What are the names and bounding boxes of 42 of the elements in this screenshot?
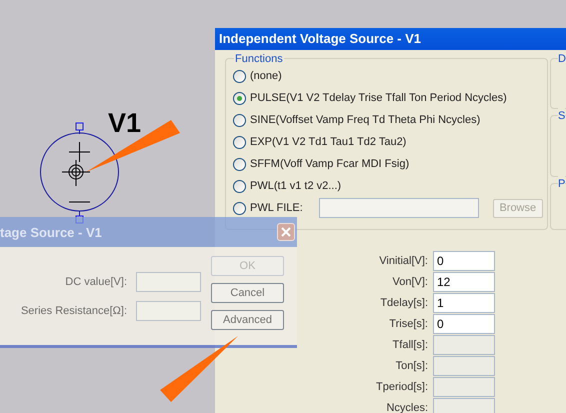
radio-button[interactable] <box>233 92 246 104</box>
parameter-field[interactable]: 12 <box>433 272 495 292</box>
window-title: Independent Voltage Source - V1 <box>219 30 422 48</box>
close-button[interactable] <box>277 223 295 241</box>
parameter-field[interactable]: 1 <box>433 293 495 313</box>
field-label: Series Resistance[Ω]: <box>20 304 127 319</box>
parameter-field[interactable]: 0 <box>433 314 495 334</box>
dialog-button[interactable]: Advanced <box>211 310 284 330</box>
parameter-label: Tdelay[s]: <box>379 297 428 309</box>
field-label: DC value[V]: <box>65 274 127 290</box>
option-label[interactable]: (none) <box>250 68 282 84</box>
window-title: tage Source - V1 <box>0 224 102 242</box>
dialog-button[interactable]: Cancel <box>211 283 284 303</box>
radio-button[interactable] <box>233 136 246 148</box>
parameter-field[interactable] <box>433 377 495 397</box>
radio-button[interactable] <box>233 158 246 170</box>
parameter-field[interactable] <box>433 335 495 355</box>
input-field[interactable] <box>136 272 201 292</box>
parameter-label: Tperiod[s]: <box>375 381 428 393</box>
option-label[interactable]: PWL FILE: <box>250 200 303 216</box>
parameter-field[interactable] <box>433 398 495 413</box>
radio-button[interactable] <box>233 202 246 214</box>
parameter-field[interactable] <box>433 356 495 376</box>
component-label: V1 <box>108 110 142 137</box>
radio-button[interactable] <box>233 70 246 82</box>
file-path-field[interactable] <box>318 198 479 218</box>
parameter-label: Ncycles: <box>385 402 428 413</box>
radio-button[interactable] <box>233 114 246 126</box>
option-label[interactable]: SINE(Voffset Vamp Freq Td Theta Phi Ncycles) <box>250 112 480 128</box>
parameter-label: Tfall[s]: <box>392 339 428 351</box>
parameter-label: Vinitial[V]: <box>378 255 428 267</box>
option-label[interactable]: SFFM(Voff Vamp Fcar MDI Fsig) <box>250 156 410 172</box>
input-field[interactable] <box>136 301 201 321</box>
parameter-label: Ton[s]: <box>394 360 428 372</box>
option-label[interactable]: EXP(V1 V2 Td1 Tau1 Td2 Tau2) <box>250 134 406 150</box>
option-label[interactable]: PULSE(V1 V2 Tdelay Trise Tfall Ton Period Ncycles) <box>250 90 507 106</box>
close-icon <box>281 227 291 237</box>
parameter-label: Trise[s]: <box>388 318 428 330</box>
parameter-field[interactable]: 0 <box>433 251 495 271</box>
option-label[interactable]: PWL(t1 v1 t2 v2...) <box>250 178 342 194</box>
parameter-label: Von[V]: <box>392 276 428 288</box>
radio-button[interactable] <box>233 180 246 192</box>
